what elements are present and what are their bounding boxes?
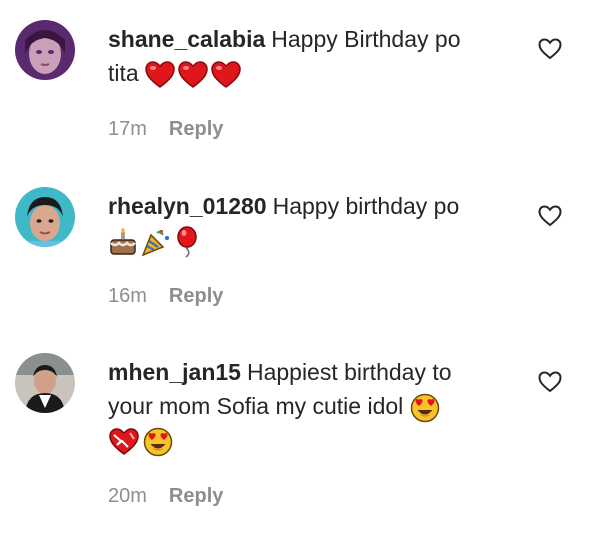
- comment-meta: 20m Reply: [108, 485, 223, 508]
- comment-username[interactable]: shane_calabia: [108, 26, 265, 52]
- heart-eyes-face-icon: [143, 427, 173, 457]
- heart-with-ribbon-icon: [108, 427, 140, 457]
- avatar[interactable]: [15, 353, 75, 413]
- heart-outline-icon: [538, 38, 562, 60]
- comment-timestamp: 20m: [108, 485, 147, 507]
- comment-body: rhealyn_01280 Happy birthday po: [108, 189, 518, 258]
- comment-meta: 17m Reply: [108, 118, 223, 141]
- red-heart-icon: [145, 61, 175, 89]
- comment-timestamp: 17m: [108, 118, 147, 140]
- comment-text: Happiest birthday to: [246, 359, 452, 385]
- comment-body: shane_calabia Happy Birthday po tita: [108, 22, 518, 90]
- comment-username[interactable]: rhealyn_01280: [108, 193, 267, 219]
- red-heart-icon: [178, 61, 208, 89]
- avatar[interactable]: [15, 20, 75, 80]
- avatar[interactable]: [15, 187, 75, 247]
- heart-outline-icon: [538, 205, 562, 227]
- reply-button[interactable]: Reply: [169, 485, 223, 507]
- party-popper-icon: [141, 227, 171, 257]
- like-button[interactable]: [538, 371, 562, 393]
- comment-username[interactable]: mhen_jan15: [108, 359, 241, 385]
- comment-meta: 16m Reply: [108, 285, 223, 308]
- comment-body: mhen_jan15 Happiest birthday to your mom …: [108, 355, 518, 457]
- comment-text-cont: tita: [108, 60, 139, 86]
- comment-text: Happy birthday po: [272, 193, 460, 219]
- like-button[interactable]: [538, 38, 562, 60]
- red-heart-icon: [211, 61, 241, 89]
- reply-button[interactable]: Reply: [169, 118, 223, 140]
- balloon-icon: [174, 226, 200, 258]
- heart-eyes-face-icon: [410, 393, 440, 423]
- comment-timestamp: 16m: [108, 285, 147, 307]
- like-button[interactable]: [538, 205, 562, 227]
- birthday-cake-icon: [108, 227, 138, 257]
- reply-button[interactable]: Reply: [169, 285, 223, 307]
- heart-outline-icon: [538, 371, 562, 393]
- comment-text: Happy Birthday po: [271, 26, 461, 52]
- comment-text-cont: your mom Sofia my cutie idol: [108, 393, 404, 419]
